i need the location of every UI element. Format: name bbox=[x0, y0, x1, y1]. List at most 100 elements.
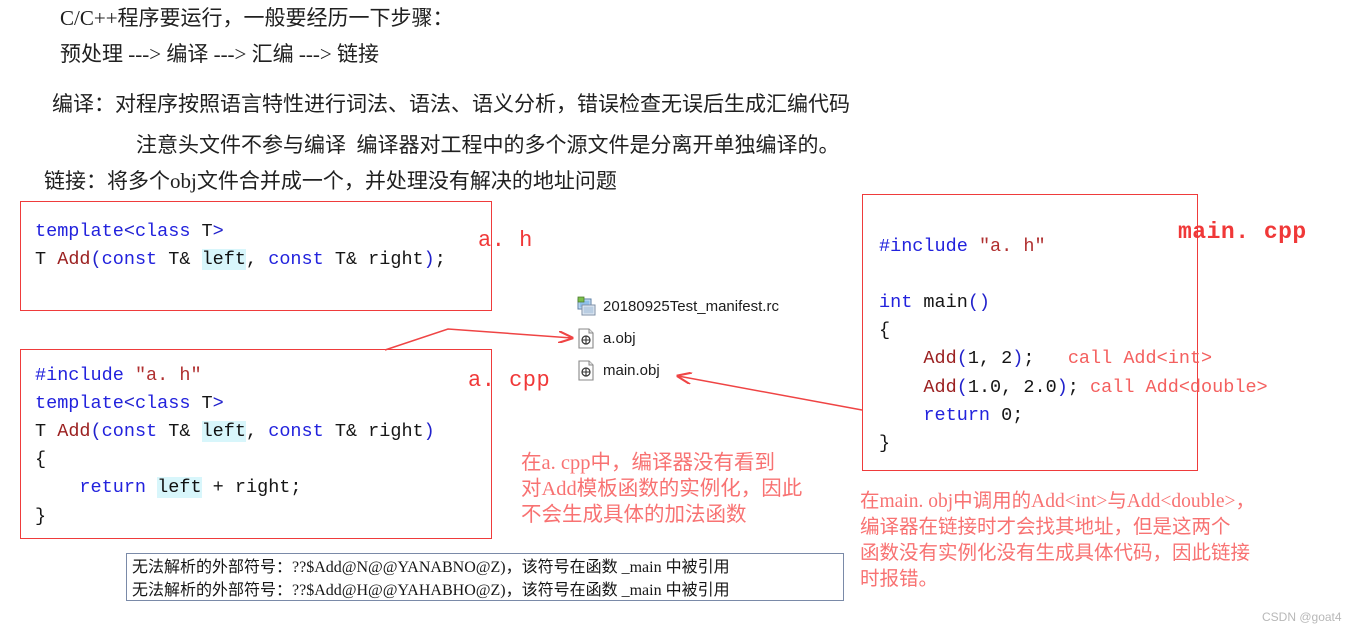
code-token: const bbox=[268, 249, 324, 271]
code-token: 0 bbox=[1001, 404, 1013, 426]
code-token: left bbox=[201, 249, 246, 271]
code-token: main bbox=[912, 292, 968, 314]
code-token: T bbox=[190, 393, 213, 415]
code-token: T& right bbox=[323, 421, 424, 443]
code-token: const bbox=[101, 421, 158, 443]
obj-file-list: 20180925Test_manifest.rc a.obj main.obj bbox=[577, 296, 779, 381]
code-token: ; bbox=[1012, 404, 1024, 426]
manifest-resource-icon bbox=[577, 296, 596, 317]
code-line: int main() bbox=[879, 289, 1197, 317]
code-content-main-cpp: #include "a. h" int main(){ Add(1, 2); c… bbox=[863, 195, 1268, 458]
object-file-icon bbox=[577, 360, 596, 381]
code-token: > bbox=[212, 393, 224, 415]
intro-line-5: 链接：将多个obj文件合并成一个，并处理没有解决的地址问题 bbox=[44, 169, 617, 193]
csdn-watermark: CSDN @goat4 bbox=[1262, 610, 1342, 624]
code-content-a-cpp: #include "a. h" template<class T> T Add(co… bbox=[21, 350, 491, 531]
list-item[interactable]: a.obj bbox=[577, 328, 779, 349]
intro-line-2: 预处理 ---> 编译 ---> 汇编 ---> 链接 bbox=[60, 42, 379, 66]
code-token: #include bbox=[35, 365, 124, 386]
code-line: return left + right; bbox=[35, 474, 491, 502]
code-token: T bbox=[190, 221, 213, 242]
code-token: , bbox=[246, 249, 269, 271]
code-token: #include bbox=[879, 236, 968, 257]
code-line: { bbox=[879, 317, 1197, 345]
file-label-a-cpp: a. cpp bbox=[468, 368, 551, 393]
code-line: Add(1.0, 2.0); call Add<double> bbox=[879, 374, 1267, 402]
code-line: } bbox=[879, 430, 1197, 458]
code-token: () bbox=[967, 292, 991, 314]
code-token: Add bbox=[57, 249, 91, 271]
code-box-main-cpp: #include "a. h" int main(){ Add(1, 2); c… bbox=[862, 194, 1268, 471]
code-token: , bbox=[978, 348, 1002, 370]
code-token: ( bbox=[956, 348, 968, 370]
code-token: template bbox=[35, 393, 124, 415]
code-token: + right; bbox=[201, 477, 302, 499]
code-token: { bbox=[35, 449, 47, 471]
code-token: 2.0 bbox=[1023, 376, 1057, 398]
code-line: { bbox=[35, 446, 491, 474]
list-item[interactable]: 20180925Test_manifest.rc bbox=[577, 296, 779, 317]
code-token: } bbox=[879, 432, 891, 454]
code-token: ) bbox=[1056, 376, 1068, 398]
error-line: 无法解析的外部符号：??$Add@N@@YANABNO@Z)，该符号在函数 _m… bbox=[132, 559, 730, 576]
code-line: #include "a. h" bbox=[879, 233, 1197, 261]
code-token: < bbox=[123, 393, 135, 415]
linker-error-box: 无法解析的外部符号：??$Add@N@@YANABNO@Z)，该符号在函数 _m… bbox=[126, 553, 844, 601]
code-token: ) bbox=[423, 249, 435, 271]
code-token: template bbox=[35, 221, 124, 242]
code-line: #include "a. h" bbox=[35, 362, 491, 390]
file-label-a-h: a. h bbox=[478, 228, 533, 253]
code-line: Add(1, 2); call Add<int> bbox=[879, 345, 1212, 373]
code-token: "a. h" bbox=[978, 236, 1046, 257]
list-item[interactable]: main.obj bbox=[577, 360, 779, 381]
code-token: left bbox=[201, 421, 246, 443]
code-token: class bbox=[134, 393, 191, 415]
code-token: Add bbox=[923, 348, 957, 370]
code-token: ( bbox=[956, 376, 968, 398]
file-name: 20180925Test_manifest.rc bbox=[603, 298, 779, 315]
code-token: ; bbox=[1067, 376, 1091, 398]
code-token: Add bbox=[57, 421, 91, 443]
code-token: T bbox=[35, 421, 58, 443]
intro-line-1: C/C++程序要运行，一般要经历一下步骤： bbox=[60, 6, 454, 30]
code-box-a-h: template<class T> T Add(const T& left, co… bbox=[20, 201, 492, 311]
arrow-a-cpp-to-a-obj bbox=[384, 328, 572, 351]
code-token: const bbox=[101, 249, 158, 271]
code-token: int bbox=[879, 292, 913, 314]
code-token: ; bbox=[1023, 348, 1068, 370]
code-token: Add bbox=[923, 376, 957, 398]
code-token: "a. h" bbox=[134, 365, 202, 386]
code-token: return bbox=[923, 404, 991, 426]
code-token: call Add<int> bbox=[1067, 348, 1213, 370]
code-token: class bbox=[134, 221, 191, 242]
code-token: T& bbox=[157, 421, 202, 443]
code-box-a-cpp: #include "a. h" template<class T> T Add(co… bbox=[20, 349, 492, 539]
code-line: template<class T> bbox=[35, 218, 491, 246]
code-token: } bbox=[35, 505, 47, 527]
code-token: ( bbox=[90, 421, 102, 443]
code-line: T Add(const T& left, const T& right) bbox=[35, 418, 491, 446]
annotation-a-cpp: 在a. cpp中，编译器没有看到 对Add模板函数的实例化，因此 不会生成具体的… bbox=[521, 452, 803, 527]
code-content-a-h: template<class T> T Add(const T& left, co… bbox=[21, 202, 491, 274]
object-file-icon bbox=[577, 328, 596, 349]
code-token: { bbox=[879, 320, 891, 342]
code-token: 2 bbox=[1001, 348, 1013, 370]
intro-line-3: 编译：对程序按照语言特性进行词法、语法、语义分析，错误检查无误后生成汇编代码 bbox=[52, 92, 850, 116]
code-token: 1.0 bbox=[967, 376, 1002, 398]
file-name: a.obj bbox=[603, 330, 636, 347]
code-line: return 0; bbox=[879, 402, 1197, 430]
code-token: T bbox=[35, 249, 58, 271]
file-name: main.obj bbox=[603, 362, 660, 379]
code-line: } bbox=[35, 503, 491, 531]
code-token: < bbox=[123, 221, 135, 242]
code-token: ( bbox=[90, 249, 102, 271]
